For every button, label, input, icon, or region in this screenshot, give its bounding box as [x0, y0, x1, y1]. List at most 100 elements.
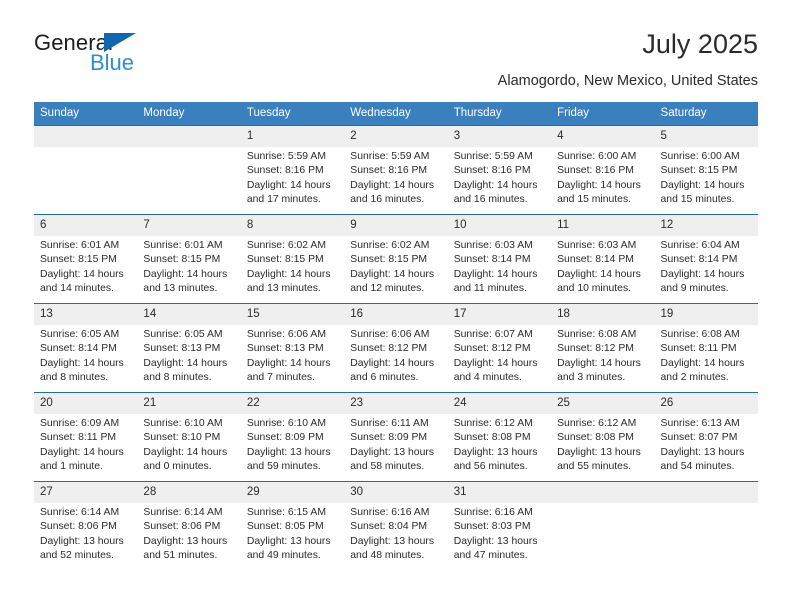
- day-cell: 16 Sunrise: 6:06 AM Sunset: 8:12 PM Dayligh…: [344, 304, 448, 392]
- day-details: Sunrise: 6:00 AM Sunset: 8:15 PM Daylight:…: [655, 147, 758, 208]
- sunset-time: Sunset: 8:05 PM: [246, 521, 324, 533]
- daylight-duration-line1: Daylight: 14 hours: [557, 357, 641, 369]
- calendar-cell-day[interactable]: 20 Sunrise: 6:09 AM Sunset: 8:11 PM Dayligh…: [34, 392, 138, 482]
- calendar-cell-day[interactable]: 21 Sunrise: 6:10 AM Sunset: 8:10 PM Dayligh…: [137, 392, 241, 482]
- day-number: 17: [447, 304, 552, 325]
- calendar-cell-day[interactable]: 7 Sunrise: 6:01 AM Sunset: 8:15 PM Daylight…: [137, 214, 241, 304]
- day-details: Sunrise: 6:08 AM Sunset: 8:12 PM Daylight:…: [551, 325, 654, 386]
- day-cell: 10 Sunrise: 6:03 AM Sunset: 8:14 PM Dayligh…: [447, 215, 552, 303]
- calendar-cell-day[interactable]: 5 Sunrise: 6:00 AM Sunset: 8:15 PM Daylight…: [654, 125, 758, 215]
- sunrise-time: Sunrise: 6:10 AM: [246, 418, 326, 429]
- daylight-duration-line2: and 11 minutes.: [453, 283, 527, 295]
- day-number: 8: [240, 215, 345, 236]
- daylight-duration-line1: Daylight: 14 hours: [660, 357, 745, 369]
- day-number: [137, 126, 241, 147]
- day-number: 28: [137, 482, 241, 503]
- general-blue-logo[interactable]: General Blue: [34, 28, 164, 80]
- sunset-time: Sunset: 8:14 PM: [40, 343, 117, 355]
- calendar-cell-day[interactable]: 31 Sunrise: 6:16 AM Sunset: 8:03 PM Dayligh…: [447, 481, 552, 570]
- daylight-duration-line2: and 1 minute.: [40, 461, 103, 473]
- daylight-duration-line1: Daylight: 14 hours: [453, 268, 538, 280]
- calendar-cell-day[interactable]: 6 Sunrise: 6:01 AM Sunset: 8:15 PM Daylight…: [34, 214, 138, 304]
- calendar-grid: Sunday Monday Tuesday Wednesday Thursday…: [34, 102, 758, 570]
- daylight-duration-line1: Daylight: 13 hours: [660, 446, 745, 458]
- day-cell: 14 Sunrise: 6:05 AM Sunset: 8:13 PM Dayligh…: [137, 304, 241, 392]
- calendar-cell-day[interactable]: 15 Sunrise: 6:06 AM Sunset: 8:13 PM Dayligh…: [240, 303, 345, 393]
- calendar-cell-day[interactable]: 18 Sunrise: 6:08 AM Sunset: 8:12 PM Dayligh…: [551, 303, 655, 393]
- calendar-cell-day[interactable]: 14 Sunrise: 6:05 AM Sunset: 8:13 PM Dayligh…: [137, 303, 241, 393]
- calendar-cell-empty: [34, 125, 138, 215]
- calendar-cell-day[interactable]: 9 Sunrise: 6:02 AM Sunset: 8:15 PM Daylight…: [344, 214, 448, 304]
- daylight-duration-line2: and 8 minutes.: [143, 372, 212, 384]
- calendar-cell-day[interactable]: 25 Sunrise: 6:12 AM Sunset: 8:08 PM Dayligh…: [551, 392, 655, 482]
- day-details: Sunrise: 6:15 AM Sunset: 8:05 PM Daylight:…: [241, 503, 344, 564]
- day-details: Sunrise: 6:10 AM Sunset: 8:09 PM Daylight:…: [241, 414, 344, 475]
- daylight-duration-line2: and 56 minutes.: [453, 461, 528, 473]
- day-cell: 30 Sunrise: 6:16 AM Sunset: 8:04 PM Dayligh…: [344, 482, 448, 570]
- sunrise-time: Sunrise: 6:00 AM: [557, 151, 637, 162]
- day-details: Sunrise: 6:12 AM Sunset: 8:08 PM Daylight:…: [448, 414, 551, 475]
- calendar-cell-day[interactable]: 30 Sunrise: 6:16 AM Sunset: 8:04 PM Dayligh…: [344, 481, 448, 570]
- calendar-cell-day[interactable]: 2 Sunrise: 5:59 AM Sunset: 8:16 PM Daylight…: [344, 125, 448, 215]
- calendar-cell-day[interactable]: 19 Sunrise: 6:08 AM Sunset: 8:11 PM Dayligh…: [654, 303, 758, 393]
- daylight-duration-line1: Daylight: 14 hours: [40, 268, 124, 280]
- daylight-duration-line1: Daylight: 14 hours: [143, 268, 228, 280]
- calendar-cell-day[interactable]: 24 Sunrise: 6:12 AM Sunset: 8:08 PM Dayligh…: [447, 392, 552, 482]
- daylight-duration-line2: and 52 minutes.: [40, 550, 114, 562]
- sunset-time: Sunset: 8:15 PM: [350, 254, 428, 266]
- sunset-time: Sunset: 8:06 PM: [143, 521, 221, 533]
- calendar-cell-day[interactable]: 1 Sunrise: 5:59 AM Sunset: 8:16 PM Daylight…: [240, 125, 345, 215]
- calendar-cell-day[interactable]: 28 Sunrise: 6:14 AM Sunset: 8:06 PM Dayligh…: [137, 481, 241, 570]
- calendar-cell-day[interactable]: 22 Sunrise: 6:10 AM Sunset: 8:09 PM Dayligh…: [240, 392, 345, 482]
- day-details: Sunrise: 6:06 AM Sunset: 8:13 PM Daylight:…: [241, 325, 344, 386]
- calendar-cell-day[interactable]: 10 Sunrise: 6:03 AM Sunset: 8:14 PM Dayligh…: [447, 214, 552, 304]
- daylight-duration-line1: Daylight: 14 hours: [246, 357, 331, 369]
- daylight-duration-line1: Daylight: 14 hours: [350, 268, 435, 280]
- calendar-cell-day[interactable]: 11 Sunrise: 6:03 AM Sunset: 8:14 PM Dayligh…: [551, 214, 655, 304]
- sunrise-time: Sunrise: 6:15 AM: [246, 507, 326, 518]
- day-details: Sunrise: 6:07 AM Sunset: 8:12 PM Daylight:…: [448, 325, 551, 386]
- calendar-cell-day[interactable]: 4 Sunrise: 6:00 AM Sunset: 8:16 PM Daylight…: [551, 125, 655, 215]
- daylight-duration-line2: and 8 minutes.: [40, 372, 109, 384]
- calendar-cell-day[interactable]: 26 Sunrise: 6:13 AM Sunset: 8:07 PM Dayligh…: [654, 392, 758, 482]
- day-details: Sunrise: 6:09 AM Sunset: 8:11 PM Daylight:…: [34, 414, 137, 475]
- daylight-duration-line2: and 9 minutes.: [660, 283, 729, 295]
- day-number: 18: [551, 304, 655, 325]
- daylight-duration-line2: and 17 minutes.: [246, 194, 321, 206]
- calendar-cell-day[interactable]: 27 Sunrise: 6:14 AM Sunset: 8:06 PM Dayligh…: [34, 481, 138, 570]
- day-number: 5: [654, 126, 758, 147]
- sunset-time: Sunset: 8:10 PM: [143, 432, 221, 444]
- day-cell: 21 Sunrise: 6:10 AM Sunset: 8:10 PM Dayligh…: [137, 393, 241, 481]
- day-cell: 27 Sunrise: 6:14 AM Sunset: 8:06 PM Dayligh…: [34, 482, 138, 570]
- calendar-cell-day[interactable]: 12 Sunrise: 6:04 AM Sunset: 8:14 PM Dayligh…: [654, 214, 758, 304]
- day-number: 1: [240, 126, 345, 147]
- calendar-cell-day[interactable]: 23 Sunrise: 6:11 AM Sunset: 8:09 PM Dayligh…: [344, 392, 448, 482]
- day-cell: 17 Sunrise: 6:07 AM Sunset: 8:12 PM Dayligh…: [447, 304, 552, 392]
- sunrise-time: Sunrise: 6:00 AM: [660, 151, 740, 162]
- calendar-cell-day[interactable]: 8 Sunrise: 6:02 AM Sunset: 8:15 PM Daylight…: [240, 214, 345, 304]
- day-number: 15: [240, 304, 345, 325]
- day-details: Sunrise: 6:16 AM Sunset: 8:04 PM Daylight:…: [344, 503, 447, 564]
- day-cell: 4 Sunrise: 6:00 AM Sunset: 8:16 PM Daylight…: [551, 126, 655, 214]
- sunrise-time: Sunrise: 6:01 AM: [143, 240, 223, 251]
- day-number: 31: [447, 482, 552, 503]
- day-cell: 20 Sunrise: 6:09 AM Sunset: 8:11 PM Dayligh…: [34, 393, 138, 481]
- sunset-time: Sunset: 8:14 PM: [557, 254, 634, 266]
- day-cell: 6 Sunrise: 6:01 AM Sunset: 8:15 PM Daylight…: [34, 215, 138, 303]
- weekday-header-wednesday: Wednesday: [344, 102, 448, 126]
- title-block: July 2025 Alamogordo, New Mexico, United…: [164, 28, 758, 90]
- calendar-cell-empty: [654, 481, 758, 570]
- day-number: 23: [344, 393, 448, 414]
- day-number: 22: [240, 393, 345, 414]
- sunrise-time: Sunrise: 6:14 AM: [143, 507, 223, 518]
- day-cell: 22 Sunrise: 6:10 AM Sunset: 8:09 PM Dayligh…: [240, 393, 345, 481]
- calendar-cell-day[interactable]: 13 Sunrise: 6:05 AM Sunset: 8:14 PM Dayligh…: [34, 303, 138, 393]
- daylight-duration-line2: and 49 minutes.: [246, 550, 321, 562]
- calendar-cell-day[interactable]: 16 Sunrise: 6:06 AM Sunset: 8:12 PM Dayligh…: [344, 303, 448, 393]
- sunset-time: Sunset: 8:12 PM: [350, 343, 428, 355]
- calendar-cell-day[interactable]: 3 Sunrise: 5:59 AM Sunset: 8:16 PM Daylight…: [447, 125, 552, 215]
- calendar-cell-day[interactable]: 29 Sunrise: 6:15 AM Sunset: 8:05 PM Dayligh…: [240, 481, 345, 570]
- daylight-duration-line2: and 15 minutes.: [557, 194, 632, 206]
- calendar-cell-day[interactable]: 17 Sunrise: 6:07 AM Sunset: 8:12 PM Dayligh…: [447, 303, 552, 393]
- daylight-duration-line1: Daylight: 14 hours: [40, 357, 124, 369]
